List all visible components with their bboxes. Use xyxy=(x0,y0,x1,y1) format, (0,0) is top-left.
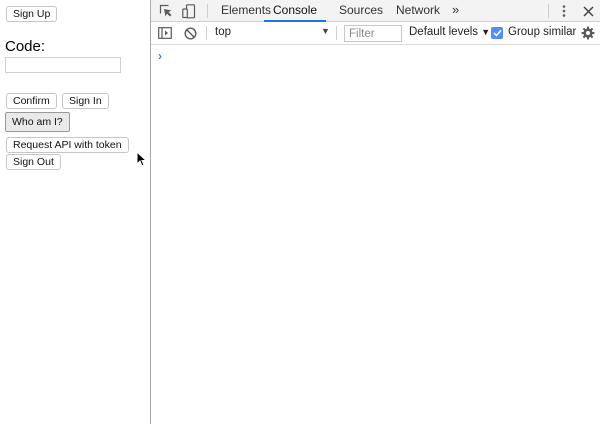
filter-input[interactable] xyxy=(344,25,402,42)
more-tabs-chevron-icon[interactable]: » xyxy=(452,0,459,22)
device-toolbar-icon[interactable] xyxy=(181,3,197,19)
code-input[interactable] xyxy=(5,57,121,73)
toolbar-separator xyxy=(548,4,549,18)
group-similar-label: Group similar xyxy=(508,26,577,38)
log-levels-label: Default levels xyxy=(409,26,479,38)
tab-console[interactable]: Console xyxy=(264,0,327,22)
request-api-button[interactable]: Request API with token xyxy=(6,137,129,153)
dropdown-arrow-icon[interactable]: ▼ xyxy=(321,26,330,36)
tab-network[interactable]: Network xyxy=(396,0,440,22)
checkmark-icon xyxy=(492,29,502,37)
group-similar-checkbox[interactable] xyxy=(491,27,503,39)
close-icon[interactable] xyxy=(580,3,596,19)
settings-gear-icon[interactable] xyxy=(580,25,596,41)
kebab-menu-icon[interactable] xyxy=(556,3,572,19)
context-select[interactable]: top xyxy=(215,26,231,38)
toolbar-separator xyxy=(206,26,207,40)
toolbar-separator xyxy=(336,26,337,40)
devtools-tabbar: Elements Console Sources Network » xyxy=(151,0,600,22)
devtools-panel: Elements Console Sources Network » top ▼… xyxy=(151,0,600,424)
sign-in-button[interactable]: Sign In xyxy=(62,93,109,109)
sign-up-button[interactable]: Sign Up xyxy=(6,6,58,22)
who-am-i-button[interactable]: Who am I? xyxy=(5,112,70,132)
inspect-element-icon[interactable] xyxy=(158,3,174,19)
page-viewport: Sign Up Code: Confirm Sign In Who am I? … xyxy=(0,0,150,424)
confirm-button[interactable]: Confirm xyxy=(6,93,57,109)
dropdown-arrow-icon: ▼ xyxy=(481,27,491,37)
console-prompt-icon[interactable]: › xyxy=(158,49,162,63)
toolbar-separator xyxy=(207,4,208,18)
sign-out-button[interactable]: Sign Out xyxy=(6,154,61,170)
clear-console-icon[interactable] xyxy=(182,25,198,41)
console-sidebar-icon[interactable] xyxy=(157,25,173,41)
code-label: Code: xyxy=(5,38,46,55)
tab-sources[interactable]: Sources xyxy=(339,0,383,22)
console-toolbar: top ▼ Default levels ▼ Group similar xyxy=(151,22,600,45)
log-levels-select[interactable]: Default levels ▼ xyxy=(409,26,490,38)
mouse-cursor-icon xyxy=(136,151,147,167)
console-output[interactable]: › xyxy=(151,45,600,424)
